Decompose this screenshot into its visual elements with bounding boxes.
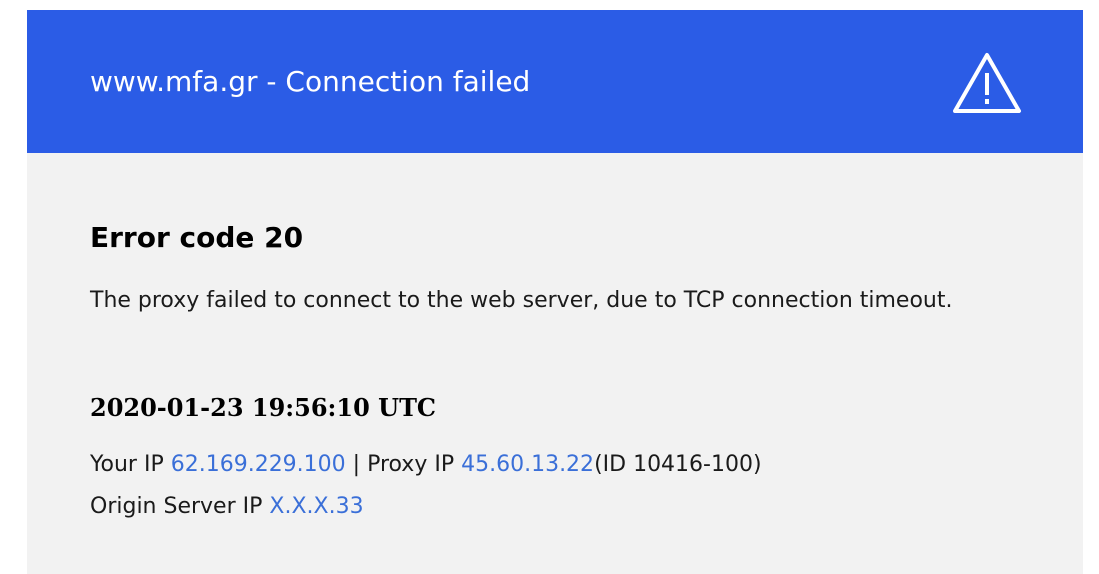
ip-info-line: Your IP 62.169.229.100 | Proxy IP 45.60.…: [90, 450, 762, 480]
proxy-id: (ID 10416-100): [594, 452, 762, 477]
origin-ip-label: Origin Server IP: [90, 494, 263, 519]
error-description: The proxy failed to connect to the web s…: [90, 288, 953, 313]
your-ip-value: 62.169.229.100: [170, 452, 346, 477]
error-code-heading: Error code 20: [90, 221, 304, 254]
proxy-ip-value: 45.60.13.22: [461, 452, 595, 477]
error-banner: www.mfa.gr - Connection failed: [27, 10, 1083, 153]
your-ip-label: Your IP: [90, 452, 164, 477]
warning-triangle-icon: [953, 53, 1021, 113]
error-card: www.mfa.gr - Connection failed Error cod…: [27, 10, 1083, 574]
banner-title: www.mfa.gr - Connection failed: [90, 65, 531, 98]
proxy-ip-label: | Proxy IP: [352, 452, 455, 477]
error-timestamp: 2020-01-23 19:56:10 UTC: [90, 393, 437, 422]
origin-ip-line: Origin Server IP X.X.X.33: [90, 492, 364, 522]
origin-ip-value: X.X.X.33: [269, 494, 364, 519]
